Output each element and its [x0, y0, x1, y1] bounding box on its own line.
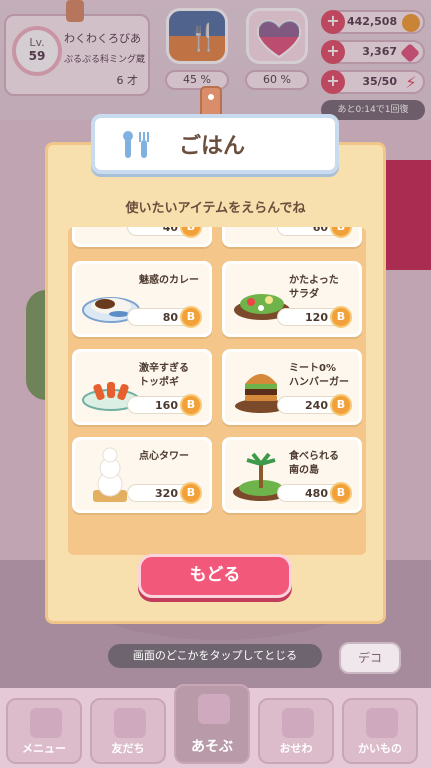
- price-value: 160: [155, 399, 178, 412]
- nav-menu[interactable]: メニュー: [6, 698, 82, 764]
- item-price: 60 B: [277, 227, 352, 238]
- nav-play[interactable]: あそぶ: [174, 684, 250, 764]
- item-price: 160 B: [127, 394, 202, 416]
- item-name: ミート0% ハンバーガー: [289, 363, 349, 388]
- nav-friends[interactable]: 友だち: [90, 698, 166, 764]
- deco-button[interactable]: デコ: [339, 642, 401, 674]
- item-price: 240 B: [277, 394, 352, 416]
- menu-icon: [30, 708, 62, 738]
- modal-title-plate: ごはん: [91, 114, 339, 174]
- item-name: かたよった サラダ: [289, 275, 339, 300]
- slot-machine-icon: [198, 694, 230, 724]
- fork-knife-icon: [123, 131, 149, 158]
- coin-icon: B: [180, 394, 202, 416]
- friends-icon: [114, 708, 146, 738]
- item-price: 320 B: [127, 482, 202, 504]
- nav-label: メニュー: [22, 742, 66, 755]
- back-button[interactable]: もどる: [138, 554, 292, 598]
- coin-icon: B: [330, 394, 352, 416]
- bottom-nav: メニュー 友だち あそぶ おせわ かいもの: [0, 684, 431, 768]
- modal-subtitle: 使いたいアイテムをえらんでね: [125, 201, 306, 216]
- care-icon: [282, 708, 314, 738]
- item-card-curry[interactable]: 魅惑のカレー 80 B: [72, 261, 212, 337]
- item-name: 激辛すぎる トッポギ: [139, 363, 189, 388]
- coin-icon: B: [330, 306, 352, 328]
- tap-to-close-hint: 画面のどこかをタップしてとじる: [108, 644, 322, 668]
- coin-icon: B: [180, 482, 202, 504]
- nav-label: あそぶ: [191, 739, 233, 755]
- item-card-hamburger[interactable]: ミート0% ハンバーガー 240 B: [222, 349, 362, 425]
- price-value: 480: [305, 487, 328, 500]
- item-card-tteokbokki[interactable]: 激辛すぎる トッポギ 160 B: [72, 349, 212, 425]
- coin-icon: B: [180, 306, 202, 328]
- food-modal: 使いたいアイテムをえらんでね 40 B 60 B 魅惑のカレー: [45, 142, 386, 624]
- item-price: 80 B: [127, 306, 202, 328]
- nav-label: おせわ: [279, 742, 313, 755]
- price-value: 120: [305, 311, 328, 324]
- nav-care[interactable]: おせわ: [258, 698, 334, 764]
- price-value: 60: [312, 227, 328, 234]
- item-card-island[interactable]: 食べられる 南の島 480 B: [222, 437, 362, 513]
- item-card-dimsum[interactable]: 点心タワー 320 B: [72, 437, 212, 513]
- item-name: 点心タワー: [139, 451, 189, 462]
- item-price: 120 B: [277, 306, 352, 328]
- modal-title: ごはん: [179, 134, 246, 159]
- item-price: 480 B: [277, 482, 352, 504]
- price-value: 80: [162, 311, 178, 324]
- price-value: 320: [155, 487, 178, 500]
- item-list[interactable]: 40 B 60 B 魅惑のカレー 80 B: [68, 227, 366, 555]
- price-value: 240: [305, 399, 328, 412]
- item-card-partial[interactable]: 60 B: [222, 227, 362, 247]
- item-card-salad[interactable]: かたよった サラダ 120 B: [222, 261, 362, 337]
- coin-icon: B: [330, 227, 352, 238]
- item-card-partial[interactable]: 40 B: [72, 227, 212, 247]
- coin-icon: B: [180, 227, 202, 238]
- nav-label: 友だち: [111, 742, 145, 755]
- price-value: 40: [162, 227, 178, 234]
- coin-icon: B: [330, 482, 352, 504]
- nav-label: かいもの: [358, 742, 402, 755]
- nav-shop[interactable]: かいもの: [342, 698, 418, 764]
- item-name: 魅惑のカレー: [139, 275, 199, 286]
- item-name: 食べられる 南の島: [289, 451, 339, 476]
- shop-icon: [366, 708, 398, 738]
- item-price: 40 B: [127, 227, 202, 238]
